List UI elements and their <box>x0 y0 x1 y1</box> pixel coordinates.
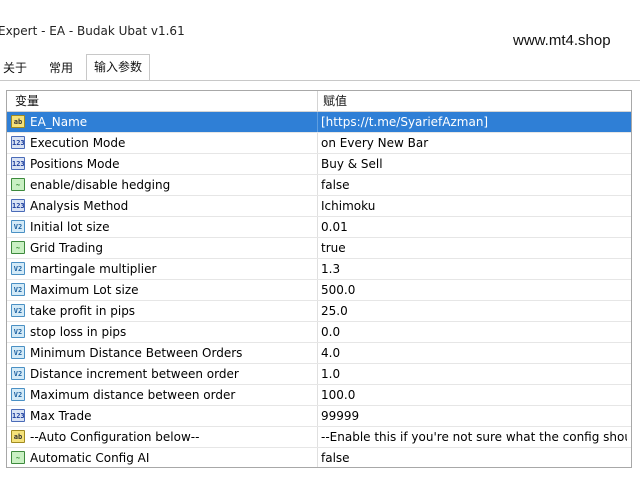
watermark-text: www.mt4.shop <box>513 32 611 49</box>
enum-type-icon: 123 <box>11 157 25 170</box>
table-row[interactable]: V2 Distance increment between order 1.0 <box>7 364 631 385</box>
parameter-value[interactable]: --Enable this if you're not sure what th… <box>321 427 627 447</box>
column-header-value[interactable]: 赋值 <box>323 91 347 111</box>
parameter-name: Max Trade <box>30 409 92 423</box>
window-title: Expert - EA - Budak Ubat v1.61 <box>0 24 185 38</box>
cell-divider <box>317 427 318 447</box>
bool-type-icon: ~ <box>11 451 25 464</box>
cell-divider <box>317 259 318 279</box>
column-header-variable[interactable]: 变量 <box>15 91 39 111</box>
parameter-value[interactable]: true <box>321 238 627 258</box>
cell-divider <box>317 385 318 405</box>
string-type-icon: ab <box>11 115 25 128</box>
parameter-name: Positions Mode <box>30 157 120 171</box>
enum-type-icon: 123 <box>11 409 25 422</box>
parameter-name: Grid Trading <box>30 241 104 255</box>
cell-divider <box>317 322 318 342</box>
cell-divider <box>317 154 318 174</box>
parameter-value[interactable]: Buy & Sell <box>321 154 627 174</box>
enum-type-icon: 123 <box>11 199 25 212</box>
parameter-name: take profit in pips <box>30 304 136 318</box>
parameter-value[interactable]: 100.0 <box>321 385 627 405</box>
table-row[interactable]: ~ Automatic Config AI false <box>7 448 631 467</box>
parameter-name: EA_Name <box>30 115 88 129</box>
double-type-icon: V2 <box>11 346 25 359</box>
parameter-name: Initial lot size <box>30 220 110 234</box>
tab-common[interactable]: 常用 <box>42 58 80 78</box>
parameter-value[interactable]: on Every New Bar <box>321 133 627 153</box>
parameter-name: Maximum Lot size <box>30 283 139 297</box>
parameter-value[interactable]: 1.0 <box>321 364 627 384</box>
table-row[interactable]: V2 martingale multiplier 1.3 <box>7 259 631 280</box>
parameter-name: stop loss in pips <box>30 325 127 339</box>
bool-type-icon: ~ <box>11 178 25 191</box>
double-type-icon: V2 <box>11 367 25 380</box>
table-row[interactable]: 123 Max Trade 99999 <box>7 406 631 427</box>
table-row[interactable]: V2 Initial lot size 0.01 <box>7 217 631 238</box>
cell-divider <box>317 238 318 258</box>
parameter-name: Analysis Method <box>30 199 129 213</box>
double-type-icon: V2 <box>11 304 25 317</box>
cell-divider <box>317 196 318 216</box>
double-type-icon: V2 <box>11 283 25 296</box>
table-row[interactable]: 123 Execution Mode on Every New Bar <box>7 133 631 154</box>
column-divider[interactable] <box>317 91 318 111</box>
parameter-name: martingale multiplier <box>30 262 157 276</box>
double-type-icon: V2 <box>11 325 25 338</box>
double-type-icon: V2 <box>11 220 25 233</box>
inputs-panel: 变量 赋值 ab EA_Name [https://t.me/SyariefAzma… <box>0 80 640 481</box>
table-row[interactable]: V2 Maximum Lot size 500.0 <box>7 280 631 301</box>
parameter-value[interactable]: 99999 <box>321 406 627 426</box>
parameter-name: Execution Mode <box>30 136 126 150</box>
grid-rows: ab EA_Name [https://t.me/SyariefAzman] 123 E… <box>7 112 631 467</box>
table-row[interactable]: ab EA_Name [https://t.me/SyariefAzman] <box>7 112 631 133</box>
table-row[interactable]: 123 Positions Mode Buy & Sell <box>7 154 631 175</box>
table-row[interactable]: V2 Minimum Distance Between Orders 4.0 <box>7 343 631 364</box>
parameter-value[interactable]: 500.0 <box>321 280 627 300</box>
parameter-name: Maximum distance between order <box>30 388 236 402</box>
parameter-value[interactable]: 25.0 <box>321 301 627 321</box>
grid-header: 变量 赋值 <box>7 91 631 112</box>
parameter-value[interactable]: Ichimoku <box>321 196 627 216</box>
tab-about[interactable]: 关于 <box>0 58 30 78</box>
cell-divider <box>317 175 318 195</box>
tab-inputs[interactable]: 输入参数 <box>86 54 150 81</box>
table-row[interactable]: 123 Analysis Method Ichimoku <box>7 196 631 217</box>
string-type-icon: ab <box>11 430 25 443</box>
double-type-icon: V2 <box>11 262 25 275</box>
table-row[interactable]: ~ enable/disable hedging false <box>7 175 631 196</box>
table-row[interactable]: ab --Auto Configuration below-- --Enable t… <box>7 427 631 448</box>
parameter-value[interactable]: 0.01 <box>321 217 627 237</box>
cell-divider <box>317 112 318 132</box>
cell-divider <box>317 280 318 300</box>
enum-type-icon: 123 <box>11 136 25 149</box>
parameter-value[interactable]: false <box>321 448 627 467</box>
cell-divider <box>317 406 318 426</box>
table-row[interactable]: ~ Grid Trading true <box>7 238 631 259</box>
double-type-icon: V2 <box>11 388 25 401</box>
parameter-name: --Auto Configuration below-- <box>30 430 200 444</box>
cell-divider <box>317 364 318 384</box>
parameter-value[interactable]: 1.3 <box>321 259 627 279</box>
parameter-value[interactable]: [https://t.me/SyariefAzman] <box>321 112 627 132</box>
bool-type-icon: ~ <box>11 241 25 254</box>
parameter-name: Minimum Distance Between Orders <box>30 346 243 360</box>
parameter-name: Automatic Config AI <box>30 451 150 465</box>
cell-divider <box>317 448 318 467</box>
cell-divider <box>317 343 318 363</box>
table-row[interactable]: V2 stop loss in pips 0.0 <box>7 322 631 343</box>
parameter-name: Distance increment between order <box>30 367 239 381</box>
parameter-value[interactable]: 4.0 <box>321 343 627 363</box>
table-row[interactable]: V2 Maximum distance between order 100.0 <box>7 385 631 406</box>
cell-divider <box>317 217 318 237</box>
tab-bar: 关于 常用 输入参数 <box>0 54 640 81</box>
cell-divider <box>317 133 318 153</box>
window-titlebar: Expert - EA - Budak Ubat v1.61 www.mt4.s… <box>0 0 640 52</box>
table-row[interactable]: V2 take profit in pips 25.0 <box>7 301 631 322</box>
parameter-value[interactable]: 0.0 <box>321 322 627 342</box>
parameter-value[interactable]: false <box>321 175 627 195</box>
cell-divider <box>317 301 318 321</box>
parameter-name: enable/disable hedging <box>30 178 171 192</box>
parameters-grid: 变量 赋值 ab EA_Name [https://t.me/SyariefAzma… <box>6 90 632 468</box>
